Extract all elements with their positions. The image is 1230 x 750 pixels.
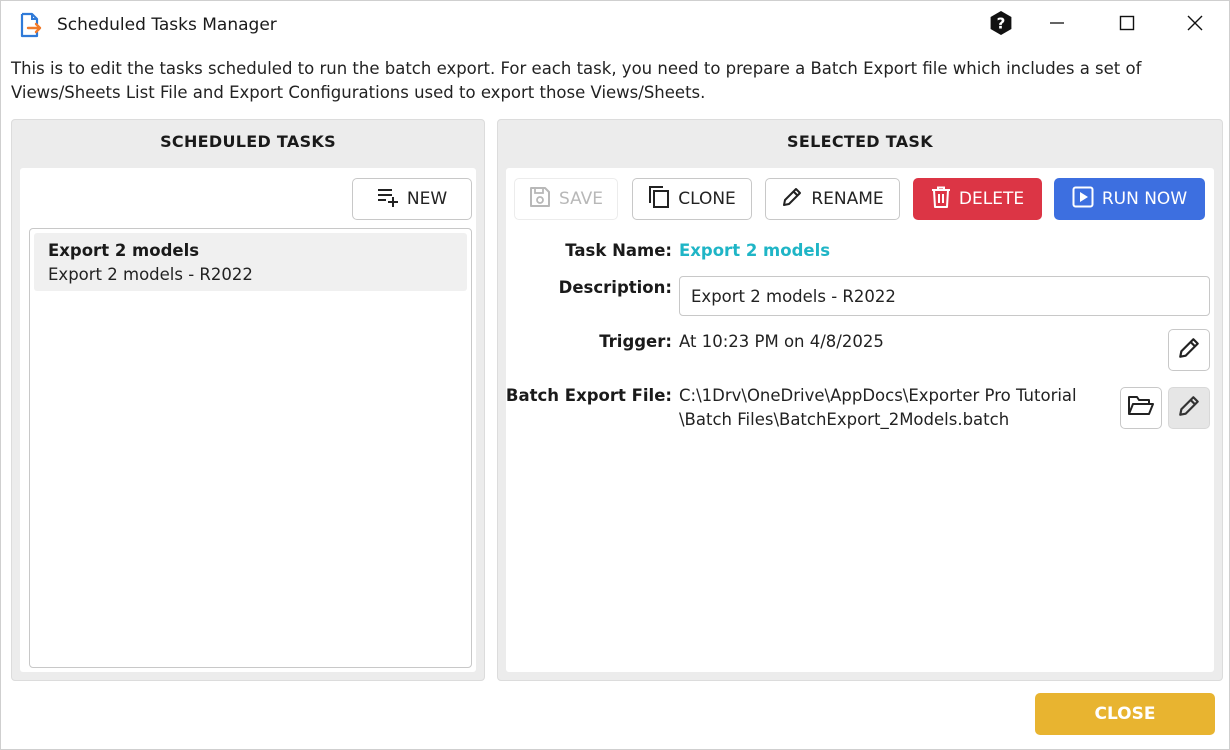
pencil-icon — [1177, 394, 1201, 422]
maximize-icon — [1119, 15, 1135, 35]
help-button[interactable]: ? — [973, 1, 1029, 49]
save-button[interactable]: SAVE — [514, 178, 618, 220]
close-window-button[interactable] — [1167, 1, 1223, 49]
task-name-value: Export 2 models — [679, 241, 831, 260]
description-label: Description: — [558, 278, 672, 297]
browse-batch-file-button[interactable] — [1120, 387, 1162, 429]
description-value: Export 2 models - R2022 — [691, 286, 896, 306]
trigger-label: Trigger: — [599, 332, 672, 351]
title-bar: Scheduled Tasks Manager ? — [1, 1, 1229, 49]
rename-label: RENAME — [811, 189, 884, 209]
new-task-label: NEW — [406, 189, 448, 209]
folder-open-icon — [1127, 394, 1155, 422]
edit-batch-file-button[interactable] — [1168, 387, 1210, 429]
batch-file-path-line1: C:\1Drv\OneDrive\AppDocs\Exporter Pro Tu… — [679, 386, 1077, 405]
intro-text: This is to edit the tasks scheduled to r… — [11, 59, 1142, 102]
minimize-icon — [1049, 15, 1065, 35]
description-field[interactable]: Export 2 models - R2022 — [679, 276, 1210, 316]
scheduled-tasks-body: NEW Export 2 models Export 2 models - R2… — [20, 168, 476, 672]
edit-trigger-button[interactable] — [1168, 329, 1210, 371]
task-name-label: Task Name: — [565, 241, 672, 260]
batch-file-path-line2: \Batch Files\BatchExport_2Models.batch — [679, 410, 1010, 429]
pencil-icon — [781, 186, 803, 213]
minimize-button[interactable] — [1029, 1, 1085, 49]
export-document-icon — [17, 12, 43, 38]
scheduled-tasks-panel: SCHEDULED TASKS NEW Export 2 models Expo… — [11, 119, 485, 681]
selected-task-header: SELECTED TASK — [787, 131, 933, 151]
batch-file-label: Batch Export File: — [505, 386, 672, 405]
trash-icon — [931, 186, 951, 213]
task-item-description: Export 2 models - R2022 — [48, 265, 253, 284]
batch-file-value: C:\1Drv\OneDrive\AppDocs\Exporter Pro Tu… — [679, 384, 1077, 432]
copy-icon — [648, 185, 670, 214]
task-list-item[interactable]: Export 2 models Export 2 models - R2022 — [34, 233, 467, 291]
run-now-button[interactable]: RUN NOW — [1054, 178, 1205, 220]
selected-task-panel: SELECTED TASK SAVE CLONE RENAME DELETE R… — [497, 119, 1223, 681]
save-icon — [529, 186, 551, 213]
delete-label: DELETE — [958, 189, 1025, 209]
help-icon: ? — [988, 10, 1014, 40]
close-button[interactable]: CLOSE — [1035, 693, 1215, 735]
window-title: Scheduled Tasks Manager — [57, 15, 277, 35]
close-icon — [1187, 15, 1203, 35]
delete-button[interactable]: DELETE — [913, 178, 1042, 220]
trigger-value: At 10:23 PM on 4/8/2025 — [679, 332, 884, 351]
new-task-button[interactable]: NEW — [352, 178, 472, 220]
playlist-add-icon — [377, 187, 399, 212]
clone-button[interactable]: CLONE — [632, 178, 752, 220]
pencil-icon — [1177, 336, 1201, 364]
run-now-label: RUN NOW — [1101, 189, 1188, 209]
play-box-icon — [1072, 186, 1094, 213]
maximize-button[interactable] — [1099, 1, 1155, 49]
svg-text:?: ? — [997, 15, 1006, 33]
selected-task-body: SAVE CLONE RENAME DELETE RUN NOW Task Na… — [506, 168, 1214, 672]
scheduled-tasks-window: Scheduled Tasks Manager ? This is to edi… — [0, 0, 1230, 750]
scheduled-tasks-header: SCHEDULED TASKS — [160, 131, 336, 151]
rename-button[interactable]: RENAME — [765, 178, 900, 220]
close-label: CLOSE — [1094, 704, 1156, 724]
task-list: Export 2 models Export 2 models - R2022 — [29, 228, 472, 668]
save-label: SAVE — [558, 189, 604, 209]
task-item-title: Export 2 models — [48, 241, 200, 260]
clone-label: CLONE — [678, 189, 736, 209]
